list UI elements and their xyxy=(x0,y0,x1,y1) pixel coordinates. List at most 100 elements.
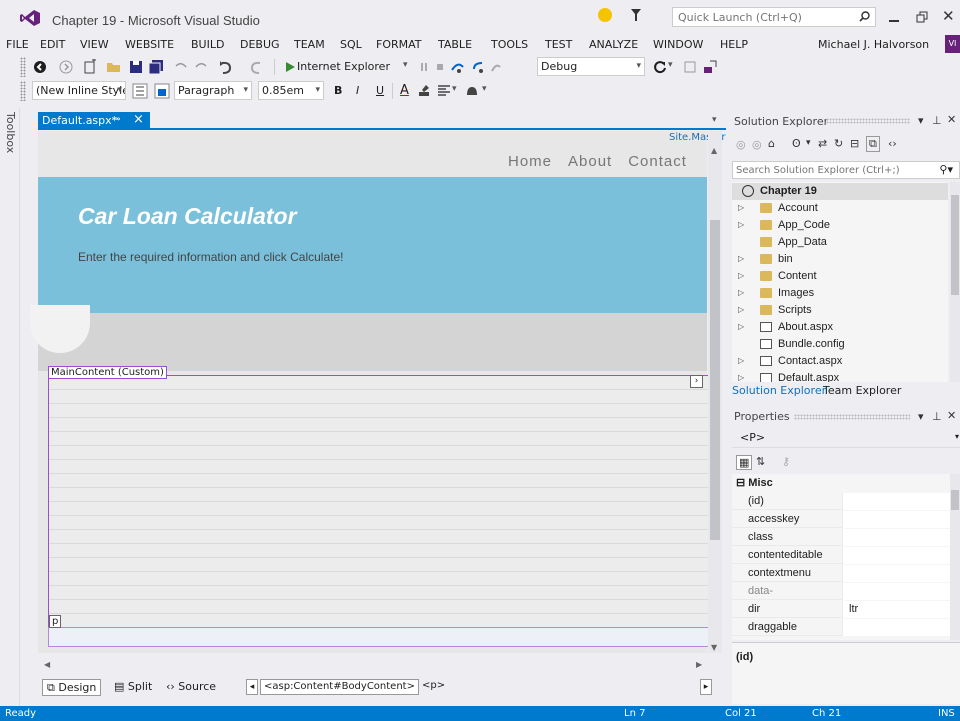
minimize-button[interactable] xyxy=(887,10,901,24)
pane-drag-handle[interactable] xyxy=(826,118,910,124)
tab-team-explorer[interactable]: Team Explorer xyxy=(823,384,901,397)
nav-link-contact[interactable]: Contact xyxy=(628,153,687,170)
property-value[interactable] xyxy=(842,565,950,582)
menu-analyze[interactable]: ANALYZE xyxy=(589,38,638,51)
tree-node[interactable]: ▷ Default.aspx xyxy=(732,370,948,382)
tree-node[interactable]: Bundle.config xyxy=(732,336,948,353)
auto-hide-pin-icon[interactable]: ⊥ xyxy=(932,114,942,127)
source-view-button[interactable]: ‹› Source xyxy=(162,679,220,696)
tree-node[interactable]: ▷ App_Code xyxy=(732,217,948,234)
refresh-icon[interactable]: ↻ xyxy=(834,137,843,150)
property-value[interactable] xyxy=(842,529,950,546)
property-value[interactable]: ltr xyxy=(842,601,950,618)
view-code-icon[interactable]: ‹› xyxy=(888,137,897,150)
tab-default-aspx[interactable]: Default.aspx* ⊸ × xyxy=(38,112,150,130)
align-left-icon[interactable] xyxy=(436,83,452,99)
redo-history-icon[interactable] xyxy=(248,59,264,75)
expand-icon[interactable]: ▷ xyxy=(738,254,744,263)
tree-node[interactable]: ▷ Contact.aspx xyxy=(732,353,948,370)
redo-icon[interactable] xyxy=(193,59,209,75)
property-grid-scroll-thumb[interactable] xyxy=(951,490,959,510)
undo-history-icon[interactable] xyxy=(218,59,234,75)
underline-button[interactable]: U xyxy=(376,84,384,97)
property-row[interactable]: draggable xyxy=(732,619,950,636)
scroll-up-icon[interactable]: ▲ xyxy=(711,146,717,155)
home-icon[interactable]: ⌂ xyxy=(768,137,775,150)
italic-button[interactable]: I xyxy=(356,84,359,97)
scroll-left-icon[interactable]: ◀ xyxy=(44,660,50,669)
show-all-files-icon[interactable]: ⧉ xyxy=(866,136,880,152)
tree-node[interactable]: ▷ Scripts xyxy=(732,302,948,319)
menu-website[interactable]: WEBSITE xyxy=(125,38,174,51)
tree-node[interactable]: ▷ bin xyxy=(732,251,948,268)
menu-sql[interactable]: SQL xyxy=(340,38,362,51)
block-format-dropdown[interactable]: Paragraph ▾ xyxy=(174,81,252,100)
property-grid[interactable]: ⊟ Misc (id) accesskey class contentedita… xyxy=(732,474,950,640)
document-list-dropdown-icon[interactable]: ▾ xyxy=(712,115,717,125)
toolbar-grip[interactable] xyxy=(20,57,26,77)
tree-node[interactable]: ▷ Content xyxy=(732,268,948,285)
toolbar-overflow-icon[interactable]: ▾ xyxy=(482,84,487,94)
property-row[interactable]: accesskey xyxy=(732,511,950,528)
nav-link-home[interactable]: Home xyxy=(508,153,552,170)
menu-format[interactable]: FORMAT xyxy=(376,38,422,51)
breadcrumb-content-tag[interactable]: <asp:Content#BodyContent> xyxy=(260,679,419,695)
design-view-button[interactable]: ⧉ Design xyxy=(42,679,102,696)
undo-icon[interactable] xyxy=(173,59,189,75)
menu-tools[interactable]: TOOLS xyxy=(491,38,528,51)
tree-node-solution-root[interactable]: Chapter 19 xyxy=(732,183,948,200)
quick-launch-input[interactable] xyxy=(673,8,843,26)
property-value[interactable] xyxy=(842,619,950,636)
object-selector-dropdown[interactable]: <P> xyxy=(732,428,960,448)
expand-icon[interactable]: ▷ xyxy=(738,322,744,331)
solution-tree[interactable]: Chapter 19 ▷ Account ▷ App_Code App_Data… xyxy=(732,182,948,382)
menu-table[interactable]: TABLE xyxy=(438,38,472,51)
solution-tree-scroll-thumb[interactable] xyxy=(951,195,959,295)
close-pane-icon[interactable]: ✕ xyxy=(947,409,956,422)
menu-edit[interactable]: EDIT xyxy=(40,38,65,51)
property-value[interactable] xyxy=(842,511,950,528)
tab-solution-explorer[interactable]: Solution Explorer xyxy=(732,384,826,397)
solution-search-input[interactable] xyxy=(733,162,933,178)
breadcrumb-forward-icon[interactable]: ▸ xyxy=(700,679,712,695)
quick-launch-box[interactable] xyxy=(672,7,876,27)
menu-debug[interactable]: DEBUG xyxy=(240,38,280,51)
publish-icon[interactable] xyxy=(702,59,718,75)
menu-window[interactable]: WINDOW xyxy=(653,38,703,51)
breadcrumb-p-tag[interactable]: <p> xyxy=(419,679,448,695)
step-out-icon[interactable] xyxy=(488,59,504,75)
new-project-icon[interactable] xyxy=(82,59,98,75)
tree-node[interactable]: ▷ Account xyxy=(732,200,948,217)
scroll-down-icon[interactable]: ▼ xyxy=(711,643,717,652)
close-pane-icon[interactable]: ✕ xyxy=(947,113,956,126)
manage-styles-icon[interactable] xyxy=(154,83,170,99)
property-row[interactable]: contextmenu xyxy=(732,565,950,582)
solution-configuration-dropdown[interactable]: Debug ▾ xyxy=(537,57,645,76)
scroll-right-icon[interactable]: ▶ xyxy=(696,660,702,669)
step-over-icon[interactable] xyxy=(470,59,486,75)
pane-options-icon[interactable]: ▾ xyxy=(918,410,924,423)
run-target-dropdown-icon[interactable]: ▾ xyxy=(403,60,408,70)
pane-options-icon[interactable]: ▾ xyxy=(918,114,924,127)
refresh-dropdown-icon[interactable]: ▾ xyxy=(668,60,673,70)
expand-icon[interactable]: ▷ xyxy=(738,356,744,365)
save-all-icon[interactable] xyxy=(148,59,164,75)
pin-icon[interactable]: ⊸ xyxy=(112,114,120,125)
step-into-icon[interactable] xyxy=(450,59,466,75)
restore-button[interactable] xyxy=(915,10,929,24)
expand-icon[interactable]: ▷ xyxy=(738,288,744,297)
property-row[interactable]: class xyxy=(732,529,950,546)
property-row[interactable]: data- xyxy=(732,583,950,600)
collapse-all-icon[interactable]: ⊟ xyxy=(850,137,859,150)
pause-icon[interactable] xyxy=(416,59,432,75)
alphabetical-icon[interactable]: ⇅ xyxy=(756,455,765,468)
nav-link-about[interactable]: About xyxy=(568,153,612,170)
highlight-icon[interactable] xyxy=(416,83,432,99)
smart-tag-chevron-icon[interactable]: › xyxy=(690,375,703,388)
sync-icon[interactable]: ⇄ xyxy=(818,137,827,150)
property-pages-icon[interactable]: ⚷ xyxy=(782,455,790,468)
expand-icon[interactable]: ▷ xyxy=(738,373,744,382)
paragraph-element[interactable] xyxy=(48,627,709,647)
horizontal-scrollbar[interactable] xyxy=(38,656,707,670)
property-row[interactable]: dir ltr xyxy=(732,601,950,618)
